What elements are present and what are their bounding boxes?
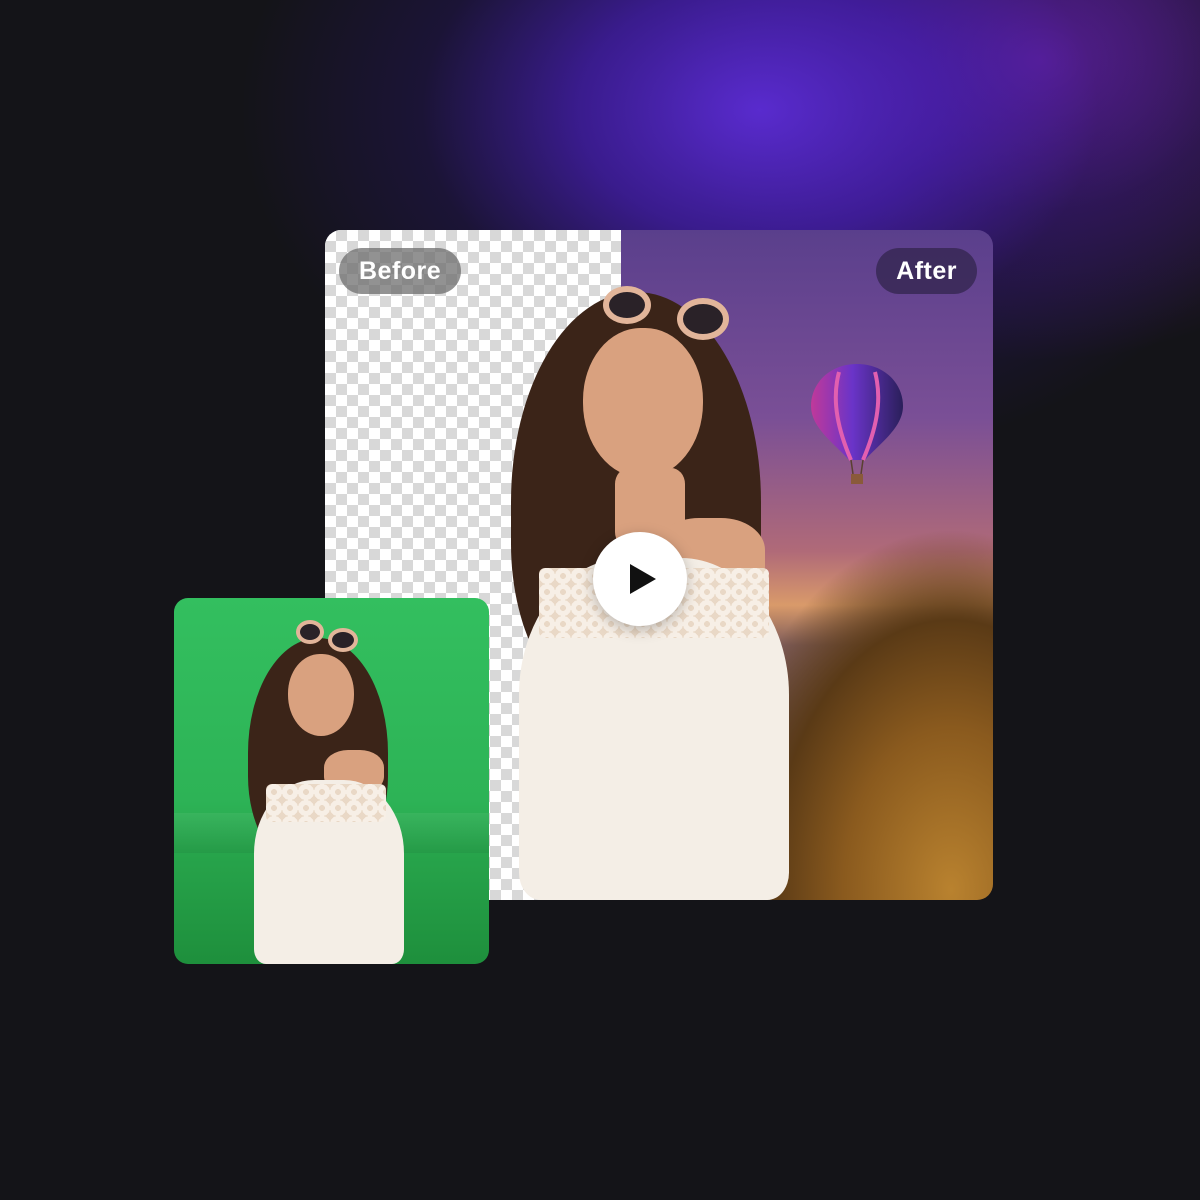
woman-green-screen-image xyxy=(244,620,414,964)
hot-air-balloon-image xyxy=(811,364,903,484)
play-icon xyxy=(630,564,656,594)
green-screen-original-thumbnail xyxy=(174,598,489,964)
after-label: After xyxy=(876,248,977,294)
play-button[interactable] xyxy=(593,532,687,626)
before-label: Before xyxy=(339,248,462,294)
